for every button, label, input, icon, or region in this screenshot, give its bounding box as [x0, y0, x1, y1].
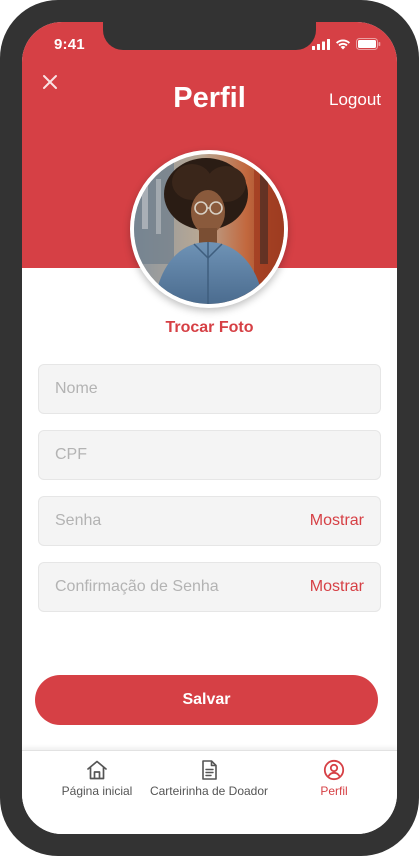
name-input[interactable]: [39, 365, 380, 413]
password-field[interactable]: Mostrar: [38, 496, 381, 546]
battery-icon: [356, 38, 381, 50]
home-icon: [87, 760, 107, 780]
show-confirm-password-button[interactable]: Mostrar: [310, 578, 364, 596]
logout-button[interactable]: Logout: [329, 90, 381, 110]
tab-bar: Página inicial Carteirinha de Doador Per…: [22, 750, 397, 834]
status-icons: [312, 38, 381, 50]
signal-icon: [312, 38, 330, 50]
screen: 9:41 Perfil Logout Trocar Foto Nome CPF …: [22, 22, 397, 834]
wifi-icon: [336, 39, 350, 49]
tab-home-label: Página inicial: [61, 784, 133, 798]
show-password-button[interactable]: Mostrar: [310, 512, 364, 530]
tab-profile[interactable]: Perfil: [306, 759, 362, 798]
document-icon: [202, 760, 217, 780]
tab-home[interactable]: Página inicial: [44, 759, 150, 798]
cpf-input[interactable]: [39, 431, 380, 479]
cpf-field[interactable]: [38, 430, 381, 480]
notch: [103, 22, 316, 50]
name-field[interactable]: [38, 364, 381, 414]
avatar-frame: [130, 150, 288, 308]
user-circle-icon: [323, 759, 345, 781]
tab-donor-card[interactable]: Carteirinha de Doador: [140, 759, 278, 798]
avatar[interactable]: [134, 154, 284, 304]
phone-frame: 9:41 Perfil Logout Trocar Foto Nome CPF …: [0, 0, 419, 856]
save-button[interactable]: Salvar: [35, 675, 378, 725]
tab-donor-card-label: Carteirinha de Doador: [149, 784, 269, 798]
confirm-password-field[interactable]: Mostrar: [38, 562, 381, 612]
change-photo-button[interactable]: Trocar Foto: [22, 319, 397, 337]
avatar-photo: [134, 154, 284, 304]
tab-profile-label: Perfil: [320, 784, 348, 798]
status-time: 9:41: [54, 36, 85, 53]
